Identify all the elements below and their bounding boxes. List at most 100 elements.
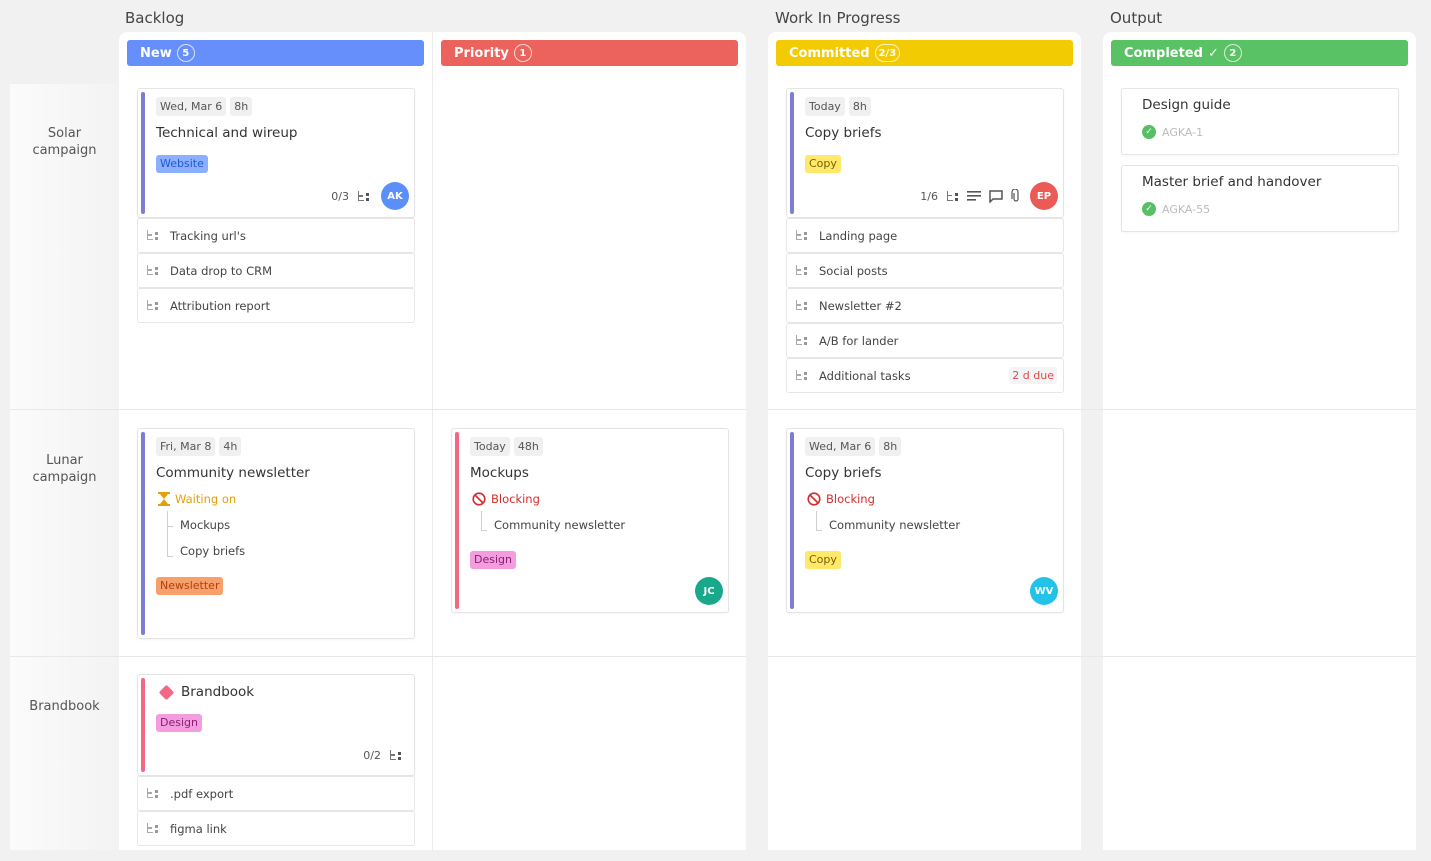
- subtask-icon: [146, 265, 159, 276]
- swimlane-label-lunar-campaign[interactable]: Lunar campaign: [10, 452, 119, 486]
- column-header-completed[interactable]: Completed ✓ 2: [1111, 40, 1408, 66]
- subtask-title: Landing page: [819, 228, 898, 243]
- check-circle-icon: ✓: [1142, 202, 1156, 216]
- card-color-bar: [790, 92, 794, 214]
- subtask-item[interactable]: A/B for lander: [786, 323, 1064, 358]
- card-id-row: ✓ AGKA-1: [1142, 125, 1203, 139]
- column-count-badge: 2: [1223, 44, 1242, 62]
- task-card-community-newsletter[interactable]: Fri, Mar 8 4h Community newsletter Waiti…: [137, 428, 415, 639]
- subtask-icon: [795, 230, 808, 241]
- epic-diamond-icon: [158, 684, 175, 700]
- status-label: Waiting on: [175, 492, 237, 506]
- subtask-title: Social posts: [819, 263, 888, 278]
- subtask-item[interactable]: Tracking url's: [137, 218, 415, 253]
- dependency-tree-tick: [481, 530, 487, 531]
- tag-newsletter: Newsletter: [156, 577, 224, 595]
- tag-copy: Copy: [805, 551, 841, 569]
- dependency-tree-line: [481, 511, 482, 530]
- comment-icon: [989, 189, 1003, 203]
- completed-card-master-brief[interactable]: Master brief and handover ✓ AGKA-55: [1121, 165, 1399, 232]
- column-header-label: Completed: [1124, 45, 1203, 61]
- group-title-work-in-progress: Work In Progress: [775, 9, 901, 27]
- column-header-committed[interactable]: Committed 2/3: [776, 40, 1073, 66]
- card-title-row: Brandbook: [158, 684, 255, 700]
- subtask-title: Data drop to CRM: [170, 263, 273, 278]
- subtask-item[interactable]: .pdf export: [137, 776, 415, 811]
- due-date-chip: Fri, Mar 8: [156, 437, 216, 456]
- estimate-chip: 4h: [219, 437, 242, 456]
- swimlane-label-text: Lunar campaign: [32, 453, 97, 485]
- estimate-chip: 8h: [848, 97, 871, 116]
- task-card-copy-briefs[interactable]: Today 8h Copy briefs Copy 1/6 EP: [786, 88, 1064, 218]
- lane-divider: [10, 656, 746, 657]
- subtask-item[interactable]: figma link: [137, 811, 415, 846]
- subtask-icon: [146, 788, 159, 799]
- swimlane-label-solar-campaign[interactable]: Solar campaign: [10, 125, 119, 159]
- subtask-progress: 0/2: [363, 749, 381, 762]
- group-title-output: Output: [1110, 9, 1163, 27]
- waiting-on-status: Waiting on: [158, 492, 236, 506]
- due-date-chip: Wed, Mar 6: [805, 437, 876, 456]
- card-color-bar: [141, 432, 145, 635]
- dependency-link[interactable]: Community newsletter: [494, 518, 625, 532]
- column-header-new[interactable]: New 5: [127, 40, 424, 66]
- subtasks-icon: [389, 750, 402, 761]
- subtask-item[interactable]: Landing page: [786, 218, 1064, 253]
- card-title: Community newsletter: [156, 465, 310, 481]
- due-date-chip: Today: [470, 437, 510, 456]
- subtask-item[interactable]: Newsletter #2: [786, 288, 1064, 323]
- assignee-avatar[interactable]: WV: [1030, 577, 1058, 605]
- blocking-status: Blocking: [807, 492, 875, 506]
- due-date-chip: Today: [805, 97, 845, 116]
- subtask-icon: [795, 370, 808, 381]
- lane-divider: [768, 409, 1416, 410]
- card-meta-row: 0/2: [363, 749, 402, 762]
- subtask-icon: [795, 335, 808, 346]
- dependency-link[interactable]: Community newsletter: [829, 518, 960, 532]
- swimlane-label-brandbook[interactable]: Brandbook: [10, 698, 119, 715]
- subtask-item[interactable]: Attribution report: [137, 288, 415, 323]
- attachment-icon: [1011, 189, 1019, 202]
- estimate-chip: 48h: [513, 437, 543, 456]
- lane-divider: [768, 656, 1416, 657]
- column-header-priority[interactable]: Priority 1: [441, 40, 738, 66]
- blocked-icon: [807, 492, 821, 506]
- subtask-title: Tracking url's: [170, 228, 246, 243]
- tag-copy: Copy: [805, 155, 841, 173]
- subtask-progress: 0/3: [331, 190, 349, 203]
- tag-design: Design: [156, 714, 202, 732]
- task-card-mockups[interactable]: Today 48h Mockups Blocking Community new…: [451, 428, 729, 613]
- column-count-badge: 5: [176, 44, 195, 62]
- dependency-link[interactable]: Copy briefs: [180, 544, 245, 558]
- subtask-item[interactable]: Additional tasks 2 d due: [786, 358, 1064, 393]
- card-color-bar: [790, 432, 794, 609]
- completed-card-design-guide[interactable]: Design guide ✓ AGKA-1: [1121, 88, 1399, 155]
- column-count-badge: 1: [513, 44, 532, 62]
- assignee-avatar[interactable]: EP: [1030, 182, 1058, 210]
- card-color-bar: [455, 432, 459, 609]
- blocking-status: Blocking: [472, 492, 540, 506]
- dependency-tree-tick: [167, 526, 173, 527]
- subtask-title: figma link: [170, 821, 227, 836]
- card-title: Copy briefs: [805, 465, 882, 481]
- tag-website: Website: [156, 155, 208, 173]
- subtask-progress: 1/6: [920, 189, 938, 203]
- task-card-copy-briefs-lunar[interactable]: Wed, Mar 6 8h Copy briefs Blocking Commu…: [786, 428, 1064, 613]
- subtask-item[interactable]: Data drop to CRM: [137, 253, 415, 288]
- lane-divider: [10, 409, 746, 410]
- dependency-tree-line: [816, 511, 817, 530]
- task-card-brandbook[interactable]: Brandbook Design 0/2: [137, 674, 415, 776]
- assignee-avatar[interactable]: JC: [695, 577, 723, 605]
- card-title: Brandbook: [181, 684, 255, 700]
- subtask-icon: [795, 300, 808, 311]
- card-title: Design guide: [1142, 97, 1231, 113]
- card-title: Technical and wireup: [156, 125, 298, 141]
- dependency-link[interactable]: Mockups: [180, 518, 230, 532]
- task-card-technical-and-wireup[interactable]: Wed, Mar 6 8h Technical and wireup Websi…: [137, 88, 415, 218]
- swimlane-label-text: Brandbook: [29, 699, 100, 714]
- assignee-avatar[interactable]: AK: [381, 182, 409, 210]
- due-badge: 2 d due: [1009, 367, 1057, 384]
- subtask-title: Newsletter #2: [819, 298, 902, 313]
- card-meta-row: 1/6: [920, 189, 1021, 203]
- subtask-item[interactable]: Social posts: [786, 253, 1064, 288]
